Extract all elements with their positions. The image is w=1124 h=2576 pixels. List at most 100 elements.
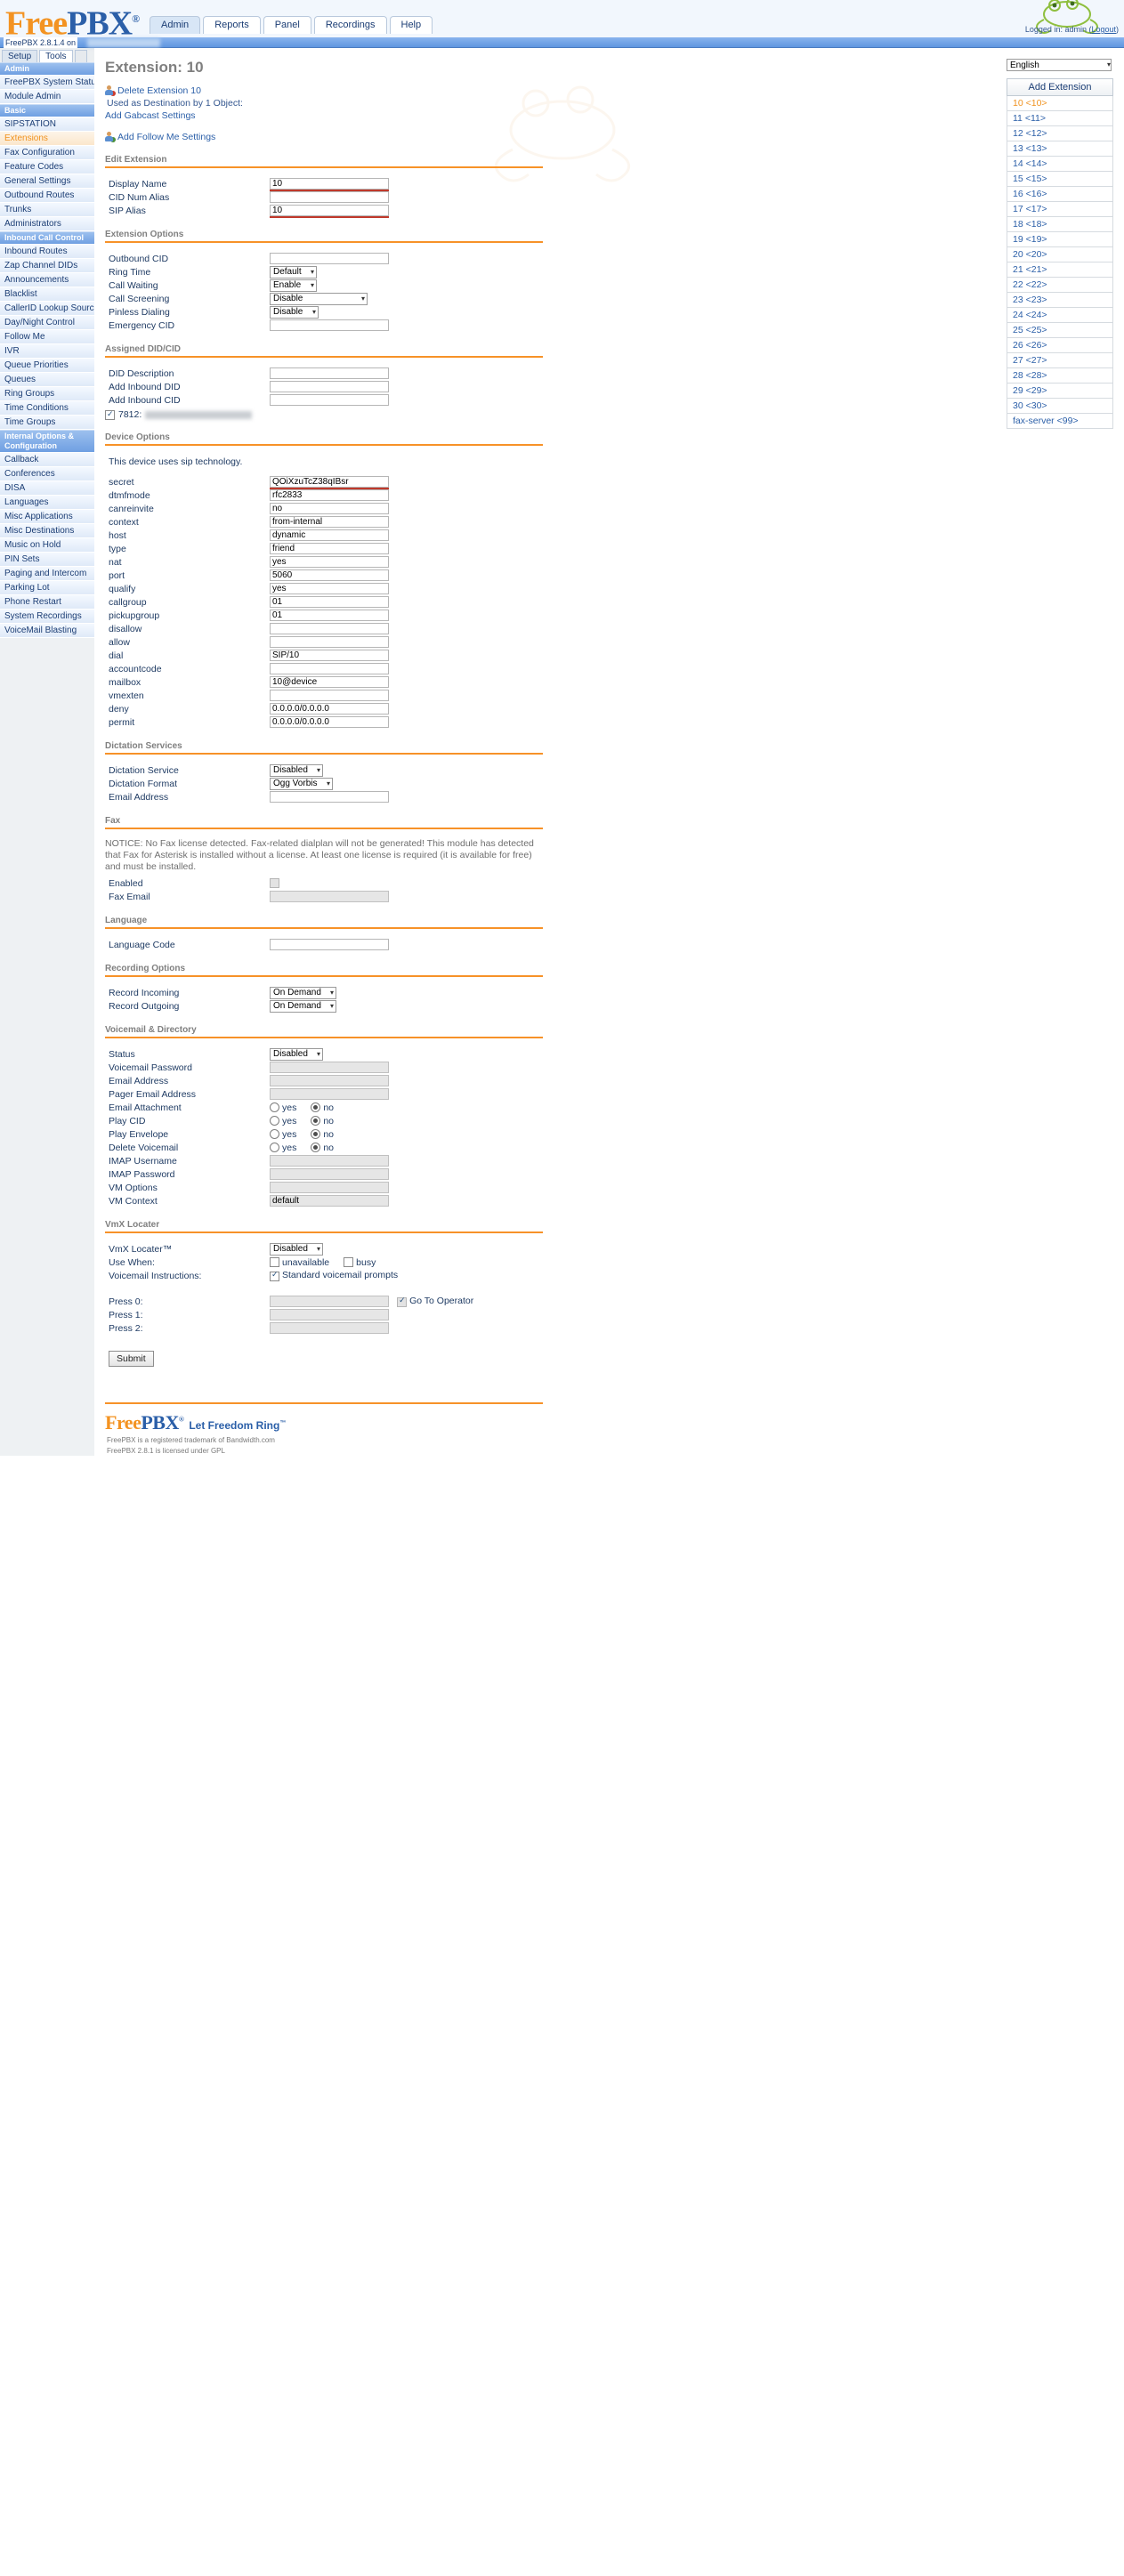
language-select[interactable]: English <box>1007 59 1112 71</box>
add-inbound-cid-input[interactable] <box>270 394 389 406</box>
extension-list-item[interactable]: 24 <24> <box>1007 308 1112 323</box>
extension-list-item[interactable]: 29 <29> <box>1007 384 1112 399</box>
sidebar-item-callback[interactable]: Callback <box>0 453 94 467</box>
device-mailbox-input[interactable] <box>270 676 389 688</box>
vm-play-cid-no-radio[interactable] <box>311 1115 321 1126</box>
extension-list-item[interactable]: 19 <19> <box>1007 232 1112 247</box>
sidebar-item-callerid-lookup-sources[interactable]: CallerID Lookup Sources <box>0 302 94 316</box>
record-outgoing-select-wrap[interactable]: On Demand <box>270 999 336 1013</box>
vm-status-select[interactable]: Disabled <box>270 1047 323 1061</box>
sidebar-item-system-recordings[interactable]: System Recordings <box>0 610 94 624</box>
sidebar-item-queue-priorities[interactable]: Queue Priorities <box>0 359 94 373</box>
extension-list-item[interactable]: 23 <23> <box>1007 293 1112 308</box>
submit-button[interactable]: Submit <box>109 1351 154 1367</box>
sidebar-item-zap-channel-dids[interactable]: Zap Channel DIDs <box>0 259 94 273</box>
device-permit-input[interactable] <box>270 716 389 728</box>
device-dtmfmode-input[interactable] <box>270 489 389 501</box>
device-dial-input[interactable] <box>270 650 389 661</box>
add-extension-button[interactable]: Add Extension <box>1007 78 1113 96</box>
add-inbound-did-input[interactable] <box>270 381 389 392</box>
tab-recordings[interactable]: Recordings <box>313 16 387 34</box>
sidebar-item-paging-and-intercom[interactable]: Paging and Intercom <box>0 567 94 581</box>
device-qualify-input[interactable] <box>270 583 389 594</box>
device-disallow-input[interactable] <box>270 623 389 634</box>
device-host-input[interactable] <box>270 529 389 541</box>
sidebar-item-inbound-routes[interactable]: Inbound Routes <box>0 245 94 259</box>
extension-list-item[interactable]: 30 <30> <box>1007 399 1112 414</box>
sidebar-item-outbound-routes[interactable]: Outbound Routes <box>0 189 94 203</box>
sidebar-item-announcements[interactable]: Announcements <box>0 273 94 287</box>
call-screening-select-wrap[interactable]: Disable <box>270 292 368 305</box>
vm-play-envelope-no-radio[interactable] <box>311 1128 321 1139</box>
dictation-service-select-wrap[interactable]: Disabled <box>270 763 323 777</box>
vm-delete-no-radio[interactable] <box>311 1142 321 1152</box>
call-waiting-select[interactable]: Enable <box>270 279 317 292</box>
delete-extension-row[interactable]: Delete Extension 10 <box>105 85 543 96</box>
sidebar-item-sipstation[interactable]: SIPSTATION <box>0 117 94 132</box>
extension-list-item[interactable]: 18 <18> <box>1007 217 1112 232</box>
add-gabcast-settings-link[interactable]: Add Gabcast Settings <box>105 110 196 121</box>
sidebar-item-day-night-control[interactable]: Day/Night Control <box>0 316 94 330</box>
outbound-cid-input[interactable] <box>270 253 389 264</box>
device-allow-input[interactable] <box>270 636 389 648</box>
sidebar-item-conferences[interactable]: Conferences <box>0 467 94 481</box>
extension-list-item[interactable]: 16 <16> <box>1007 187 1112 202</box>
dictation-email-input[interactable] <box>270 791 389 803</box>
existing-did-checkbox[interactable] <box>105 409 115 420</box>
ring-time-select-wrap[interactable]: Default <box>270 265 317 279</box>
pinless-dialing-select-wrap[interactable]: Disable <box>270 305 319 319</box>
sidebar-item-trunks[interactable]: Trunks <box>0 203 94 217</box>
dictation-service-select[interactable]: Disabled <box>270 763 323 777</box>
extension-list-item[interactable]: 28 <28> <box>1007 368 1112 384</box>
sidebar-item-general-settings[interactable]: General Settings <box>0 174 94 189</box>
sidebar-item-feature-codes[interactable]: Feature Codes <box>0 160 94 174</box>
logout-link[interactable]: Logout <box>1091 25 1116 34</box>
vm-delete-yes-radio[interactable] <box>270 1142 279 1152</box>
extension-list-item[interactable]: 11 <11> <box>1007 111 1112 126</box>
extension-list-item[interactable]: 15 <15> <box>1007 172 1112 187</box>
extension-list-item[interactable]: 20 <20> <box>1007 247 1112 262</box>
tab-help[interactable]: Help <box>389 16 433 34</box>
vmx-standard-prompts-checkbox[interactable] <box>270 1272 279 1281</box>
sidebar-item-administrators[interactable]: Administrators <box>0 217 94 231</box>
device-type-input[interactable] <box>270 543 389 554</box>
vmx-busy-checkbox[interactable] <box>344 1256 354 1267</box>
pinless-dialing-select[interactable]: Disable <box>270 305 319 319</box>
extension-list-item[interactable]: 22 <22> <box>1007 278 1112 293</box>
sidebar-item-queues[interactable]: Queues <box>0 373 94 387</box>
device-context-input[interactable] <box>270 516 389 528</box>
device-callgroup-input[interactable] <box>270 596 389 608</box>
device-deny-input[interactable] <box>270 703 389 715</box>
language-code-input[interactable] <box>270 939 389 950</box>
extension-list-item[interactable]: 14 <14> <box>1007 157 1112 172</box>
delete-extension-link[interactable]: Delete Extension 10 <box>117 85 201 96</box>
imap-password-input[interactable] <box>270 1168 389 1180</box>
sidebar-item-languages[interactable]: Languages <box>0 496 94 510</box>
vm-play-envelope-yes-radio[interactable] <box>270 1128 279 1139</box>
vmx-goto-operator-checkbox[interactable] <box>397 1297 408 1307</box>
vm-password-input[interactable] <box>270 1062 389 1073</box>
extension-list-item[interactable]: 12 <12> <box>1007 126 1112 141</box>
sidebar-item-time-groups[interactable]: Time Groups <box>0 416 94 430</box>
vmx-press2-input[interactable] <box>270 1322 389 1334</box>
vm-context-input[interactable] <box>270 1195 389 1207</box>
add-follow-me-row[interactable]: Add Follow Me Settings <box>105 132 543 142</box>
vmx-press1-input[interactable] <box>270 1309 389 1320</box>
sidebar-item-misc-destinations[interactable]: Misc Destinations <box>0 524 94 538</box>
sidebar-item-phone-restart[interactable]: Phone Restart <box>0 595 94 610</box>
vm-pager-email-input[interactable] <box>270 1088 389 1100</box>
tab-admin[interactable]: Admin <box>150 16 201 34</box>
fax-email-input[interactable] <box>270 891 389 902</box>
device-nat-input[interactable] <box>270 556 389 568</box>
sidebar-item-ivr[interactable]: IVR <box>0 344 94 359</box>
device-pickupgroup-input[interactable] <box>270 610 389 621</box>
row-existing-did[interactable]: 7812: <box>105 409 543 420</box>
vmx-locater-select-wrap[interactable]: Disabled <box>270 1242 323 1256</box>
extension-list-item[interactable]: 27 <27> <box>1007 353 1112 368</box>
add-gabcast-row[interactable]: Add Gabcast Settings <box>105 110 543 121</box>
sip-alias-input[interactable] <box>270 205 389 216</box>
sidebar-item-pin-sets[interactable]: PIN Sets <box>0 553 94 567</box>
extension-list-item[interactable]: fax-server <99> <box>1007 414 1112 429</box>
sidebar-item-time-conditions[interactable]: Time Conditions <box>0 401 94 416</box>
vmx-press0-input[interactable] <box>270 1296 389 1307</box>
